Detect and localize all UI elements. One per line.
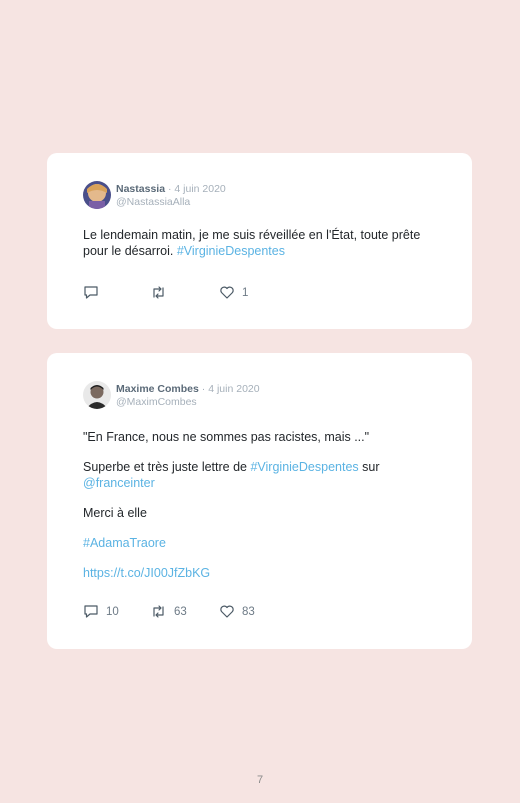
- like-icon: [220, 286, 234, 299]
- tweet-text: Superbe et très juste lettre de: [83, 460, 251, 474]
- retweet-count: 63: [174, 605, 187, 618]
- like-count: 1: [242, 286, 249, 299]
- retweet-button[interactable]: 63: [150, 604, 187, 619]
- reply-icon: [84, 605, 98, 618]
- hashtag-link[interactable]: #AdamaTraore: [83, 536, 433, 552]
- mention-link[interactable]: @franceinter: [83, 476, 155, 490]
- like-button[interactable]: 1: [219, 285, 248, 300]
- author-handle[interactable]: @MaximCombes: [116, 396, 260, 409]
- reply-count: 10: [106, 605, 119, 618]
- page-number: 7: [256, 774, 264, 786]
- tweet-body: Le lendemain matin, je me suis réveillée…: [83, 228, 433, 259]
- like-icon: [220, 605, 234, 618]
- retweet-icon: [153, 286, 164, 299]
- tweet-card: Nastassia · 4 juin 2020 @NastassiaAlla L…: [47, 153, 472, 329]
- tweet-card: Maxime Combes · 4 juin 2020 @MaximCombes…: [47, 353, 472, 649]
- hashtag-link[interactable]: #VirginieDespentes: [177, 244, 285, 258]
- retweet-icon: [153, 605, 164, 618]
- author-name[interactable]: Nastassia: [116, 183, 165, 195]
- avatar[interactable]: [83, 381, 111, 409]
- author-name[interactable]: Maxime Combes: [116, 383, 199, 395]
- like-count: 83: [242, 605, 255, 618]
- author-handle[interactable]: @NastassiaAlla: [116, 196, 226, 209]
- reply-icon: [84, 286, 98, 299]
- tweet-thanks: Merci à elle: [83, 505, 147, 520]
- like-button[interactable]: 83: [219, 604, 255, 619]
- header-separator: ·: [167, 183, 172, 195]
- tweet-date[interactable]: 4 juin 2020: [174, 183, 225, 195]
- tweet-body: "En France, nous ne sommes pas racistes,…: [83, 430, 433, 596]
- tweet-quote: "En France, nous ne sommes pas racistes,…: [83, 430, 370, 444]
- retweet-button[interactable]: [150, 285, 174, 300]
- tweet-date[interactable]: 4 juin 2020: [208, 383, 259, 395]
- hashtag-link[interactable]: #VirginieDespentes: [250, 460, 358, 474]
- reply-button[interactable]: 10: [83, 604, 119, 619]
- header-separator: ·: [201, 383, 206, 395]
- avatar[interactable]: [83, 181, 111, 209]
- tweet-header: Nastassia · 4 juin 2020 @NastassiaAlla: [116, 183, 226, 209]
- url-link[interactable]: https://t.co/JI00JfZbKG: [83, 566, 433, 582]
- reply-button[interactable]: [83, 285, 106, 300]
- tweet-header: Maxime Combes · 4 juin 2020 @MaximCombes: [116, 383, 260, 409]
- tweet-paragraph: Superbe et très juste lettre de #Virgini…: [83, 460, 433, 491]
- tweet-text: sur: [358, 460, 380, 474]
